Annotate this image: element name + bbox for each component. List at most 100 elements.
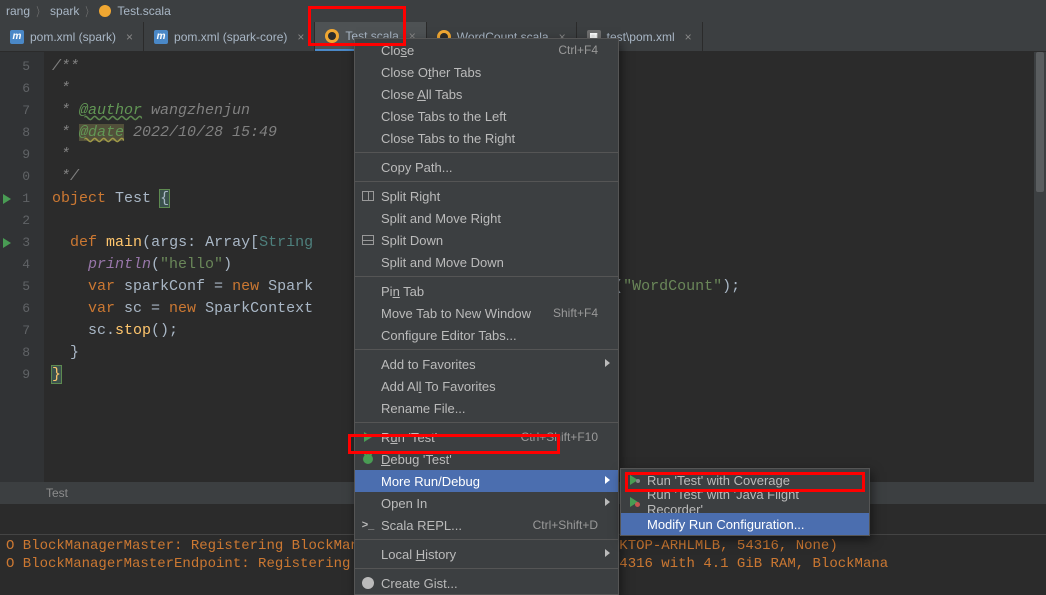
close-icon[interactable]: × [685, 30, 692, 44]
scala-object-icon [325, 29, 339, 43]
maven-icon: m [154, 30, 168, 44]
line-number: 6 [0, 78, 44, 100]
code-text: String [259, 234, 313, 251]
line-number: 7 [0, 320, 44, 342]
editor-scrollbar[interactable] [1034, 52, 1046, 482]
menu-scala-repl[interactable]: >_Scala REPL...Ctrl+Shift+D [355, 514, 618, 536]
code-text: Array [205, 234, 250, 251]
menu-separator [355, 539, 618, 540]
menu-local-history[interactable]: Local History [355, 543, 618, 565]
menu-label: Close Tabs to the Right [381, 131, 515, 146]
menu-label: Split and Move Right [381, 211, 501, 226]
menu-separator [355, 422, 618, 423]
menu-label: Close Tabs to the Left [381, 109, 507, 124]
menu-run-test[interactable]: Run 'Test'Ctrl+Shift+F10 [355, 426, 618, 448]
code-text: main [106, 234, 142, 251]
menu-rename-file[interactable]: Rename File... [355, 397, 618, 419]
menu-add-favorites[interactable]: Add to Favorites [355, 353, 618, 375]
menu-configure-tabs[interactable]: Configure Editor Tabs... [355, 324, 618, 346]
menu-split-right[interactable]: Split Right [355, 185, 618, 207]
crumb-1[interactable]: rang [6, 4, 30, 18]
menu-label: More Run/Debug [381, 474, 480, 489]
run-gutter-icon[interactable]: 3 [0, 232, 44, 254]
menu-label: Move Tab to New Window [381, 306, 531, 321]
run-coverage-icon [627, 473, 641, 487]
chevron-right-icon [605, 498, 610, 506]
menu-close-other[interactable]: Close Other Tabs [355, 61, 618, 83]
code-text: "hello" [160, 256, 223, 273]
tab-label: pom.xml (spark) [30, 30, 116, 44]
breadcrumb: rang 〉 spark 〉 Test.scala [0, 0, 1046, 22]
menu-close-left[interactable]: Close Tabs to the Left [355, 105, 618, 127]
line-number: 5 [0, 56, 44, 78]
menu-label: Split and Move Down [381, 255, 504, 270]
menu-label: Scala REPL... [381, 518, 462, 533]
menu-close-all[interactable]: Close All Tabs [355, 83, 618, 105]
code-text: /** [52, 58, 79, 75]
code-text: println [88, 256, 151, 273]
close-icon[interactable]: × [126, 30, 133, 44]
menu-split-move-right[interactable]: Split and Move Right [355, 207, 618, 229]
menu-separator [355, 152, 618, 153]
code-text: ) [223, 256, 232, 273]
line-number: 8 [0, 342, 44, 364]
menu-more-run-debug[interactable]: More Run/Debug Run 'Test' with Coverage … [355, 470, 618, 492]
menu-move-new-window[interactable]: Move Tab to New WindowShift+F4 [355, 302, 618, 324]
code-text: stop [115, 322, 151, 339]
chevron-right-icon [605, 476, 610, 484]
submenu-modify-run-config[interactable]: Modify Run Configuration... [621, 513, 869, 535]
menu-separator [355, 568, 618, 569]
shortcut-label: Ctrl+Shift+D [533, 518, 598, 532]
code-text: var [88, 300, 115, 317]
menu-split-down[interactable]: Split Down [355, 229, 618, 251]
chevron-right-icon: 〉 [86, 3, 93, 20]
tab-pom-spark-core[interactable]: m pom.xml (spark-core) × [144, 22, 315, 51]
menu-create-gist[interactable]: Create Gist... [355, 572, 618, 594]
chevron-right-icon [605, 359, 610, 367]
github-icon [361, 576, 375, 590]
debug-icon [361, 452, 375, 466]
submenu-run-jfr[interactable]: Run 'Test' with 'Java Flight Recorder' [621, 491, 869, 513]
tab-pom-spark[interactable]: m pom.xml (spark) × [0, 22, 144, 51]
code-text: * [52, 146, 70, 163]
maven-icon: m [10, 30, 24, 44]
split-right-icon [361, 189, 375, 203]
crumb-3[interactable]: Test.scala [117, 4, 170, 18]
line-number: 4 [0, 254, 44, 276]
line-number: 0 [0, 166, 44, 188]
menu-label: Split Right [381, 189, 440, 204]
menu-split-move-down[interactable]: Split and Move Down [355, 251, 618, 273]
line-number: 9 [0, 364, 44, 386]
chevron-right-icon [605, 549, 610, 557]
line-number: 8 [0, 122, 44, 144]
code-text: object [52, 190, 106, 207]
menu-label: Run 'Test' with Coverage [647, 473, 790, 488]
menu-label: Rename File... [381, 401, 466, 416]
menu-label: Copy Path... [381, 160, 453, 175]
code-text: ); [722, 278, 740, 295]
code-text: @author [79, 102, 142, 119]
menu-separator [355, 181, 618, 182]
menu-debug-test[interactable]: Debug 'Test' [355, 448, 618, 470]
code-text: new [169, 300, 196, 317]
menu-add-all-favorites[interactable]: Add All To Favorites [355, 375, 618, 397]
code-text: wangzhenjun [142, 102, 250, 119]
menu-label: Modify Run Configuration... [647, 517, 805, 532]
menu-copy-path[interactable]: Copy Path... [355, 156, 618, 178]
menu-pin-tab[interactable]: Pin Tab [355, 280, 618, 302]
scrollbar-thumb[interactable] [1036, 52, 1044, 192]
menu-close-right[interactable]: Close Tabs to the Right [355, 127, 618, 149]
code-text: var [88, 278, 115, 295]
crumb-2[interactable]: spark [50, 4, 79, 18]
line-number: 5 [0, 276, 44, 298]
line-number: 2 [0, 210, 44, 232]
code-text: * [52, 80, 70, 97]
run-gutter-icon[interactable]: 1 [0, 188, 44, 210]
close-icon[interactable]: × [297, 30, 304, 44]
line-number: 6 [0, 298, 44, 320]
more-run-debug-submenu: Run 'Test' with Coverage Run 'Test' with… [620, 468, 870, 536]
scala-class-icon [99, 5, 111, 17]
menu-open-in[interactable]: Open In [355, 492, 618, 514]
menu-close[interactable]: CloseCtrl+F4 [355, 39, 618, 61]
menu-separator [355, 276, 618, 277]
